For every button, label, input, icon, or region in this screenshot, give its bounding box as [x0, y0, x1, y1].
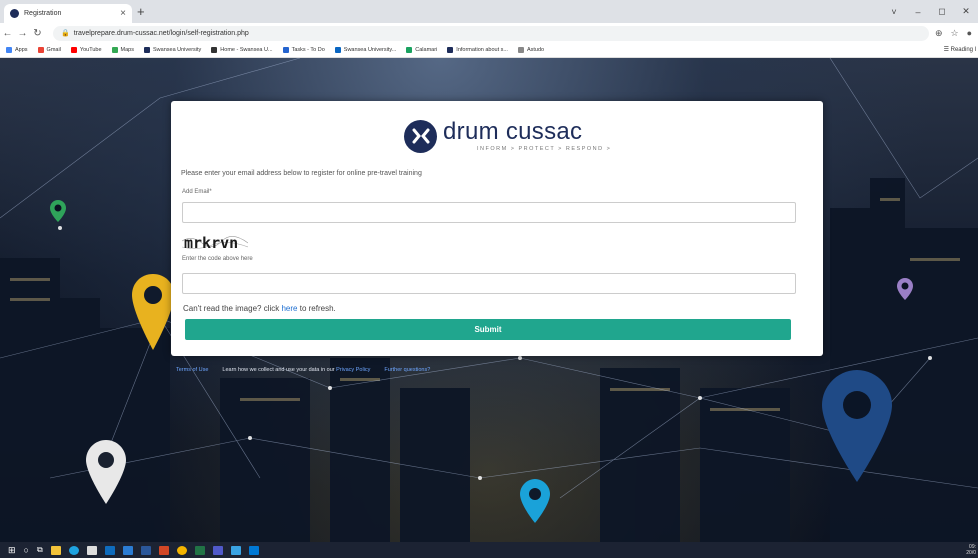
brand-name: drum cussac — [443, 118, 583, 145]
reload-icon[interactable]: ↻ — [30, 28, 45, 39]
search-icon[interactable]: ○ — [24, 545, 29, 555]
bookmark-youtube[interactable]: YouTube — [70, 47, 102, 53]
bookmark-tasks[interactable]: Tasks - To Do — [282, 47, 325, 53]
edge-icon[interactable] — [68, 545, 79, 555]
purple-map-pin-icon — [897, 278, 913, 300]
profile-icon[interactable]: ● — [967, 28, 972, 39]
store-icon[interactable] — [86, 545, 97, 555]
back-arrow-icon[interactable]: ← — [0, 28, 15, 39]
captcha-image: mrkrvn — [182, 234, 248, 252]
bookmark-home-swansea[interactable]: Home - Swansea U... — [211, 47, 273, 53]
install-icon[interactable]: ⊕ — [935, 28, 943, 39]
white-map-pin-icon — [86, 440, 126, 504]
teams-icon[interactable] — [212, 545, 223, 555]
drum-cussac-logo: drum cussac INFORM > PROTECT > RESPOND > — [404, 111, 611, 161]
bookmark-apps[interactable]: Apps — [6, 47, 28, 53]
email-label: Add Email* — [182, 189, 212, 195]
chart-icon — [447, 47, 454, 53]
drum-cussac-mark-icon — [404, 119, 437, 153]
browser-tab-bar: Registration × + ˅ – ◻ ✕ — [0, 0, 978, 23]
bookmark-swansea-university[interactable]: Swansea University — [144, 47, 201, 53]
privacy-text: Learn how we collect and use your data i… — [222, 367, 371, 373]
submit-button[interactable]: Submit — [185, 319, 791, 340]
privacy-policy-link[interactable]: Privacy Policy — [336, 367, 370, 373]
onedrive-icon[interactable] — [248, 545, 259, 555]
bookmark-swansea-university-2[interactable]: Swansea University... — [334, 47, 396, 53]
window-controls: ˅ – ◻ ✕ — [882, 0, 978, 23]
brand-tagline: INFORM > PROTECT > RESPOND > — [477, 146, 612, 152]
app-icon[interactable] — [230, 545, 241, 555]
windows-start-icon[interactable]: ⊞ — [8, 545, 16, 556]
url-text: travelprepare.drum-cussac.net/login/self… — [73, 29, 249, 37]
close-window-button[interactable]: ✕ — [954, 6, 978, 17]
bookmark-information[interactable]: Information about s... — [447, 47, 508, 53]
url-field[interactable]: 🔒 travelprepare.drum-cussac.net/login/se… — [53, 25, 929, 41]
refresh-link[interactable]: here — [281, 304, 297, 313]
navy-map-pin-icon — [822, 370, 892, 482]
bookmark-maps[interactable]: Maps — [111, 47, 134, 53]
refresh-text: Can't read the image? click here to refr… — [183, 304, 336, 313]
maps-icon — [111, 47, 118, 53]
registration-card: drum cussac INFORM > PROTECT > RESPOND >… — [171, 101, 823, 356]
bookmark-astudo[interactable]: Astudo — [517, 47, 544, 53]
tab-registration[interactable]: Registration × — [4, 4, 132, 23]
excel-icon[interactable] — [194, 545, 205, 555]
minimize-button[interactable]: – — [906, 7, 930, 17]
chrome-icon[interactable] — [176, 545, 187, 555]
new-tab-button[interactable]: + — [137, 4, 145, 19]
bookmark-calamari[interactable]: Calamari — [406, 47, 437, 53]
lock-icon[interactable]: 🔒 — [61, 29, 70, 37]
green-map-pin-icon — [50, 200, 66, 222]
apps-grid-icon — [6, 47, 12, 53]
system-clock[interactable]: 09: 20/0 — [966, 544, 976, 556]
file-explorer-icon[interactable] — [50, 545, 61, 555]
further-questions-link[interactable]: Further questions? — [384, 367, 430, 373]
swansea-icon — [144, 47, 150, 53]
address-bar-row: ← → ↻ 🔒 travelprepare.drum-cussac.net/lo… — [0, 23, 978, 43]
tab-close-icon[interactable]: × — [120, 8, 126, 19]
forward-arrow-icon[interactable]: → — [15, 28, 30, 39]
star-icon[interactable]: ☆ — [950, 28, 958, 39]
task-view-icon[interactable]: ⧉ — [37, 545, 43, 555]
bookmarks-bar: Apps Gmail YouTube Maps Swansea Universi… — [0, 43, 978, 58]
word-icon[interactable] — [140, 545, 151, 555]
mail-icon[interactable] — [122, 545, 133, 555]
windows-taskbar: ⊞ ○ ⧉ 09: 20/0 — [0, 542, 978, 558]
calamari-icon — [406, 47, 413, 53]
youtube-icon — [70, 47, 77, 53]
email-field[interactable] — [182, 202, 796, 223]
reading-list-button[interactable]: ☰ Reading l — [939, 46, 976, 53]
powerpoint-icon[interactable] — [158, 545, 169, 555]
check-icon — [282, 47, 289, 53]
code-label: Enter the code above here — [182, 256, 253, 262]
google-icon — [37, 47, 44, 53]
blue-map-pin-icon — [520, 479, 550, 523]
yellow-map-pin-icon — [132, 274, 174, 350]
drum-cussac-favicon-icon — [10, 9, 19, 18]
terms-link[interactable]: Terms of Use — [176, 367, 208, 373]
intro-text: Please enter your email address below to… — [181, 170, 422, 177]
captcha-text: mrkrvn — [184, 234, 238, 252]
captcha-code-field[interactable] — [182, 273, 796, 294]
bookmark-gmail[interactable]: Gmail — [37, 47, 61, 53]
github-icon — [211, 47, 218, 53]
maximize-button[interactable]: ◻ — [930, 6, 954, 17]
footer-links: Terms of Use Learn how we collect and us… — [176, 367, 430, 373]
outlook-icon[interactable] — [104, 545, 115, 555]
page-viewport: drum cussac INFORM > PROTECT > RESPOND >… — [0, 58, 978, 542]
tab-search-icon[interactable]: ˅ — [882, 7, 906, 17]
astudo-icon — [517, 47, 524, 53]
tab-title: Registration — [24, 10, 62, 17]
cloud-icon — [334, 47, 341, 53]
